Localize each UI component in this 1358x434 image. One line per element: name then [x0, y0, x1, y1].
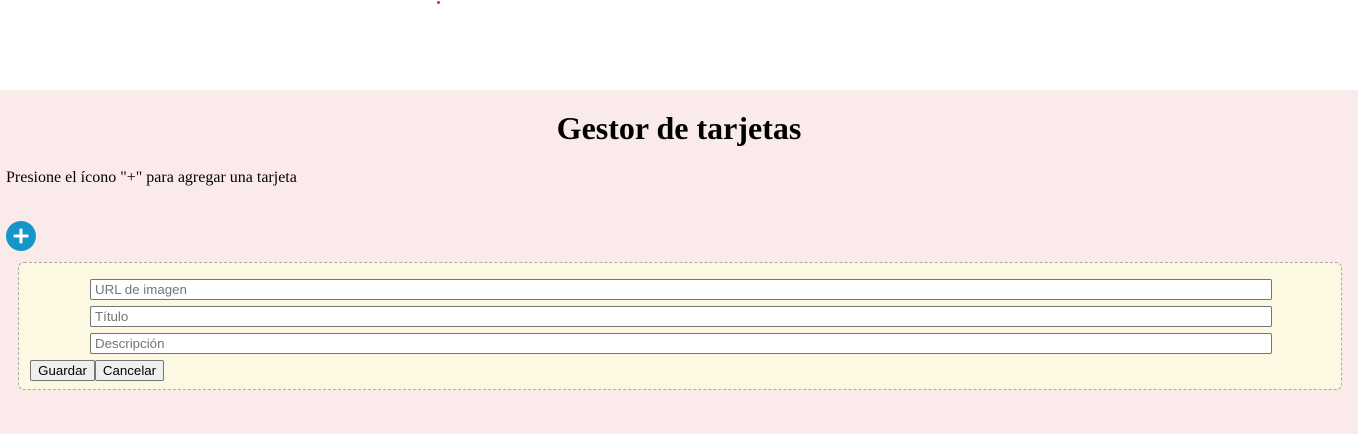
plus-icon	[13, 228, 29, 244]
red-dot	[437, 1, 440, 4]
add-card-button[interactable]	[6, 221, 36, 251]
description-input[interactable]	[90, 333, 1272, 354]
instructions-text: Presione el ícono "+" para agregar una t…	[6, 169, 297, 186]
title-input[interactable]	[90, 306, 1272, 327]
card-manager-panel: Gestor de tarjetas Presione el ícono "+"…	[0, 90, 1358, 434]
page-title: Gestor de tarjetas	[556, 110, 802, 146]
image-url-input[interactable]	[90, 279, 1272, 300]
top-area	[0, 0, 1358, 90]
save-button[interactable]: Guardar	[30, 360, 95, 381]
cancel-button[interactable]: Cancelar	[95, 360, 164, 381]
card-form: Guardar Cancelar	[18, 262, 1342, 390]
